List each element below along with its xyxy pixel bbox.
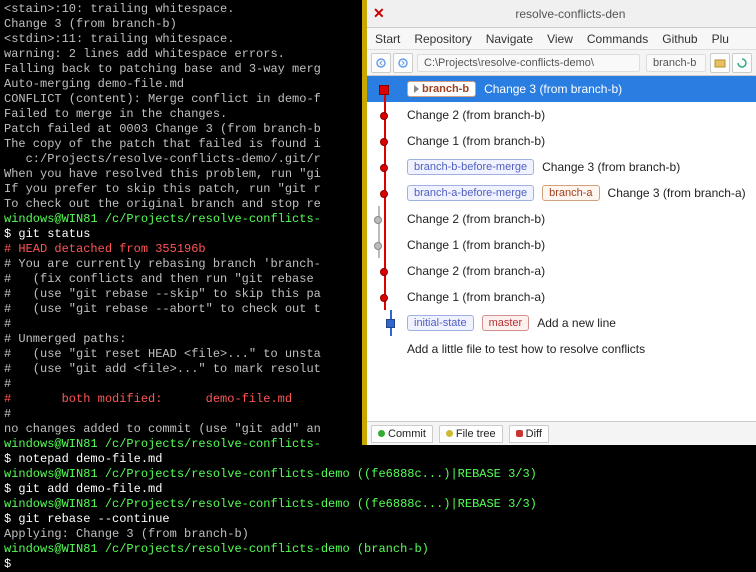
graph-cell [367,76,401,102]
commit-message: Add a little file to test how to resolve… [407,342,645,356]
commit-message: Change 2 (from branch-b) [407,212,545,226]
repo-path[interactable]: C:\Projects\resolve-conflicts-demo\ [417,54,640,72]
commit-message: Change 1 (from branch-b) [407,238,545,252]
graph-cell [367,310,401,336]
terminal-line: $ [4,557,752,572]
menu-item-view[interactable]: View [547,32,573,46]
tab-commit[interactable]: Commit [371,425,433,443]
commit-row[interactable]: Change 2 (from branch-a) [367,258,756,284]
commit-row[interactable]: Change 1 (from branch-b) [367,128,756,154]
graph-cell [367,180,401,206]
git-bottom-tabs: Commit File tree Diff [367,421,756,445]
folder-button[interactable] [710,53,730,73]
menu-item-github[interactable]: Github [662,32,697,46]
menu-item-navigate[interactable]: Navigate [486,32,533,46]
graph-cell [367,128,401,154]
commit-message: Change 3 (from branch-a) [608,186,746,200]
tab-file-tree[interactable]: File tree [439,425,503,443]
tab-diff-label: Diff [526,428,542,440]
commit-message: Add a new line [537,316,616,330]
ref-tag[interactable]: branch-b [407,81,476,97]
tab-commit-label: Commit [388,428,426,440]
commit-message: Change 2 (from branch-a) [407,264,545,278]
commit-message: Change 2 (from branch-b) [407,108,545,122]
graph-cell [367,154,401,180]
ref-tag[interactable]: branch-a [542,185,599,201]
tab-diff[interactable]: Diff [509,425,549,443]
nav-forward-button[interactable] [393,53,413,73]
commit-row[interactable]: branch-b Change 3 (from branch-b) [367,76,756,102]
menu-item-commands[interactable]: Commands [587,32,648,46]
commit-message: Change 3 (from branch-b) [484,82,622,96]
menu-item-start[interactable]: Start [375,32,400,46]
terminal-line: windows@WIN81 /c/Projects/resolve-confli… [4,497,752,512]
commit-row[interactable]: Change 2 (from branch-b) [367,102,756,128]
commit-message: Change 1 (from branch-a) [407,290,545,304]
ref-tag[interactable]: master [482,315,530,331]
ref-tag[interactable]: branch-b-before-merge [407,159,534,175]
ref-tag[interactable]: initial-state [407,315,474,331]
graph-cell [367,206,401,232]
branch-name[interactable]: branch-b [646,54,706,72]
git-toolbar: C:\Projects\resolve-conflicts-demo\ bran… [367,50,756,76]
commit-row[interactable]: Change 1 (from branch-b) [367,232,756,258]
graph-cell [367,232,401,258]
nav-back-button[interactable] [371,53,391,73]
sync-button[interactable] [732,53,752,73]
graph-cell [367,102,401,128]
commit-row[interactable]: Add a little file to test how to resolve… [367,336,756,362]
menu-item-repository[interactable]: Repository [414,32,471,46]
terminal-line: $ notepad demo-file.md [4,452,752,467]
commit-message: Change 3 (from branch-b) [542,160,680,174]
terminal-line: windows@WIN81 /c/Projects/resolve-confli… [4,467,752,482]
commit-row[interactable]: Change 1 (from branch-a) [367,284,756,310]
git-menubar: Start Repository Navigate View Commands Githu… [367,28,756,50]
terminal-line: windows@WIN81 /c/Projects/resolve-confli… [4,542,752,557]
commit-row[interactable]: Change 2 (from branch-b) [367,206,756,232]
filetree-dot-icon [446,430,453,437]
app-logo-icon: ✕ [373,5,385,22]
diff-dot-icon [516,430,523,437]
commit-row[interactable]: branch-b-before-merge Change 3 (from bran… [367,154,756,180]
menu-item-plu[interactable]: Plu [712,32,729,46]
window-title: resolve-conflicts-den [391,7,750,21]
graph-cell [367,258,401,284]
head-arrow-icon [414,85,419,93]
graph-cell [367,284,401,310]
commit-row[interactable]: initial-state master Add a new line [367,310,756,336]
commit-dot-icon [378,430,385,437]
git-titlebar: ✕ resolve-conflicts-den [367,0,756,28]
commit-row[interactable]: branch-a-before-merge branch-a Change 3 (f… [367,180,756,206]
graph-cell [367,336,401,362]
terminal-line: Applying: Change 3 (from branch-b) [4,527,752,542]
terminal-line: $ git add demo-file.md [4,482,752,497]
commit-log[interactable]: branch-b Change 3 (from branch-b) Change 2… [367,76,756,421]
tab-filetree-label: File tree [456,428,496,440]
commit-message: Change 1 (from branch-b) [407,134,545,148]
terminal-line: $ git rebase --continue [4,512,752,527]
git-client-window: ✕ resolve-conflicts-den Start Repository N… [362,0,756,445]
ref-tag[interactable]: branch-a-before-merge [407,185,534,201]
